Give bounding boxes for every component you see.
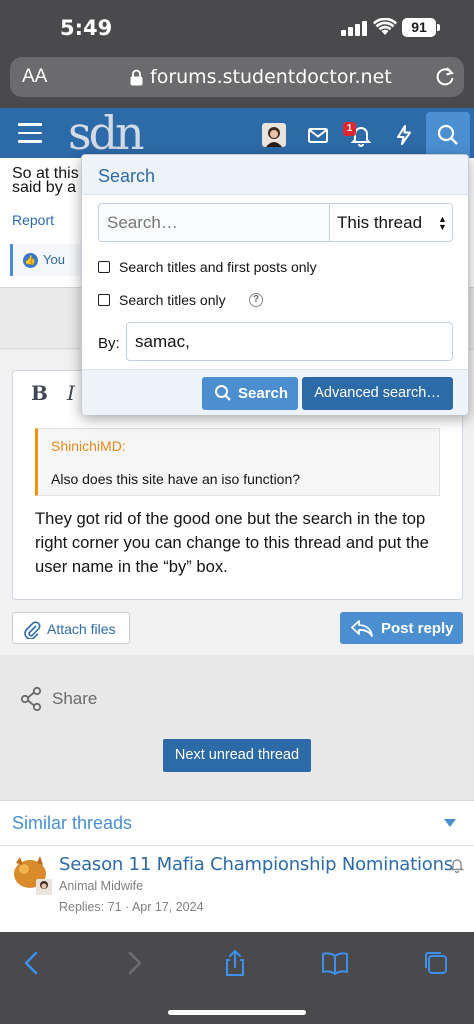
search-input[interactable] [98,203,329,242]
battery-indicator: 91 [402,18,440,37]
search-button-label: Search [238,385,289,402]
back-icon[interactable] [18,949,46,977]
search-scope-value: This thread [337,213,423,232]
select-arrows-icon: ▲ ▼ [438,214,447,232]
thread-meta: Replies: 71 · Apr 17, 2024 [59,900,204,914]
search-popup: Search This thread ▲▼ Search titles and … [81,154,469,415]
search-popup-footer: Search Advanced search… [82,369,468,415]
user-avatar[interactable] [262,123,286,147]
post-reply-button[interactable]: Post reply [340,612,463,644]
reply-icon [351,620,373,637]
attach-files-button[interactable]: Attach files [12,612,130,644]
thread-title[interactable]: Season 11 Mafia Championship Nominations [59,854,453,875]
checkbox[interactable] [98,261,110,273]
envelope-icon[interactable] [305,122,331,148]
next-unread-thread-button[interactable]: Next unread thread [163,739,311,772]
lightning-icon[interactable] [391,122,417,148]
forward-icon[interactable] [120,949,148,977]
tabs-icon[interactable] [422,949,450,977]
bold-button[interactable]: B [31,381,48,405]
similar-threads: Similar threads Season 11 Mafia Champion… [0,800,474,932]
url-text[interactable]: forums.studentdoctor.net [150,66,392,88]
share-sheet-icon[interactable] [221,949,249,977]
similar-threads-title[interactable]: Similar threads [12,813,132,834]
paperclip-icon [24,621,41,639]
bookmarks-icon[interactable] [321,949,349,977]
reload-icon[interactable] [434,65,456,87]
quote-author[interactable]: ShinichiMD: [51,438,126,454]
reaction-label[interactable]: You [43,252,65,267]
search-icon [215,385,231,401]
quote-block: ShinichiMD: Also does this site have an … [35,428,440,496]
help-icon[interactable]: ? [249,293,263,307]
home-indicator [168,1010,306,1015]
text-size-button[interactable]: AA [22,66,47,88]
share-icon [20,686,42,712]
italic-button[interactable]: I [67,381,75,405]
report-link[interactable]: Report [12,212,54,228]
search-icon [437,124,458,145]
signal-icon [341,20,367,36]
address-bar[interactable]: AA forums.studentdoctor.net [10,57,464,97]
notification-badge: 1 [343,122,356,136]
share-label[interactable]: Share [52,689,97,709]
status-time: 5:49 [60,16,113,40]
bell-icon[interactable] [449,857,465,873]
search-tab-button[interactable] [426,112,470,158]
search-popup-header: Search [82,155,468,195]
like-icon: 👍 [23,253,38,268]
by-member-input[interactable] [126,322,453,361]
by-label: By: [98,335,120,352]
thread-author[interactable]: Animal Midwife [59,879,143,893]
search-scope-select[interactable]: This thread ▲ ▼ [329,203,453,242]
divider [0,845,474,846]
reaction-bar[interactable]: 👍 You [10,244,90,276]
thread-thumbnail[interactable] [10,855,54,895]
checkbox-label[interactable]: Search titles only [119,292,226,308]
post-reply-label: Post reply [381,620,454,637]
editor-body-text[interactable]: They got rid of the good one but the sea… [35,507,450,579]
collapse-toggle-icon[interactable] [444,819,456,827]
menu-icon[interactable] [18,123,42,143]
attach-files-label: Attach files [47,621,116,637]
site-logo[interactable]: sdn [68,106,145,160]
advanced-search-button[interactable]: Advanced search… [302,377,453,410]
checkbox[interactable] [98,294,110,306]
quote-text: Also does this site have an iso function… [51,471,301,487]
checkbox-label[interactable]: Search titles and first posts only [119,259,317,275]
status-bar: 5:49 91 [0,0,474,52]
lock-icon [130,69,143,86]
search-popup-title: Search [98,166,156,186]
wifi-icon [373,18,397,35]
search-button[interactable]: Search [202,377,298,410]
